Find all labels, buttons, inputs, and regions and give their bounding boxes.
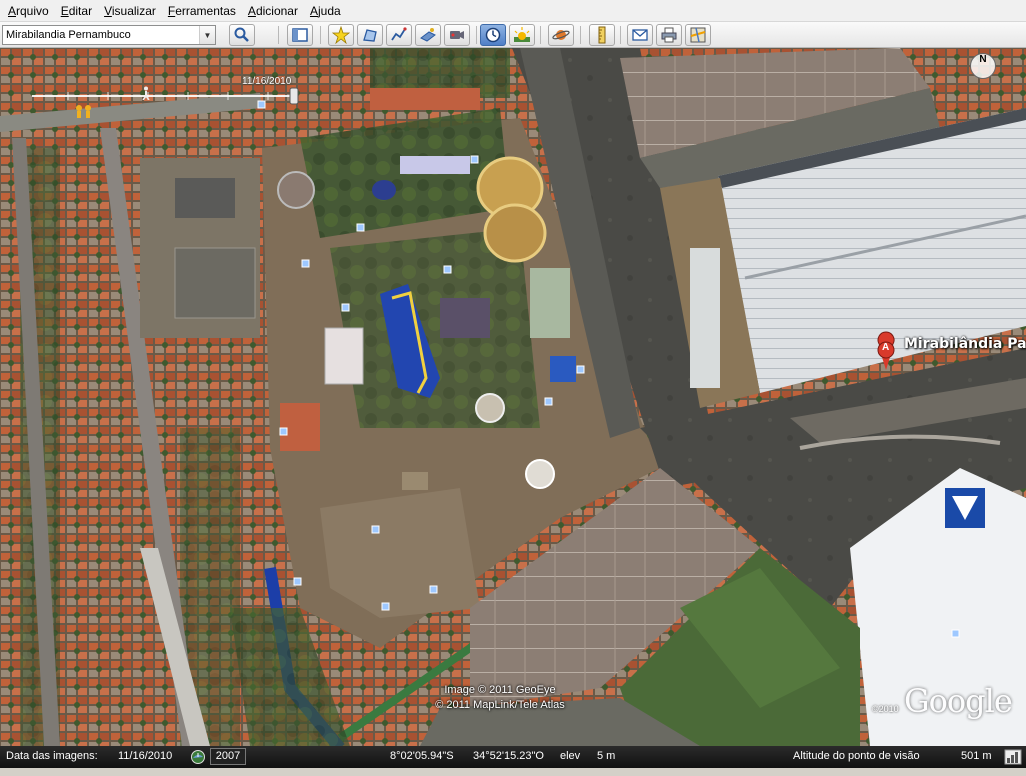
menu-ajuda[interactable]: Ajuda bbox=[304, 0, 347, 22]
placemark-label[interactable]: Mirabilândia Pa bbox=[904, 336, 1026, 352]
print-button[interactable] bbox=[656, 24, 682, 46]
add-path-button[interactable] bbox=[386, 24, 412, 46]
dropdown-arrow-icon: ▼ bbox=[203, 30, 212, 40]
compass-north-label: N bbox=[979, 54, 987, 65]
add-image-overlay-button[interactable] bbox=[415, 24, 441, 46]
copyright-year: ©2010 bbox=[872, 704, 899, 714]
streaming-progress-icon bbox=[1004, 749, 1022, 765]
toolbar-separator bbox=[540, 26, 541, 44]
map-view[interactable]: 11/16/2010 N A Mirabilândia Pa Image © 2… bbox=[0, 48, 1026, 746]
walking-person-icon bbox=[142, 86, 150, 100]
clock-icon bbox=[485, 27, 501, 43]
email-button[interactable] bbox=[627, 24, 653, 46]
add-placemark-button[interactable] bbox=[328, 24, 354, 46]
planets-button[interactable] bbox=[548, 24, 574, 46]
imagery-date-label: Data das imagens: bbox=[6, 750, 98, 762]
compass-north-control[interactable]: N bbox=[970, 53, 996, 79]
elevation-label: elev bbox=[560, 750, 581, 762]
menu-editar[interactable]: Editar bbox=[55, 0, 98, 22]
menu-ferramentas[interactable]: Ferramentas bbox=[162, 0, 242, 22]
historical-imagery-button[interactable] bbox=[480, 24, 506, 46]
toolbar-separator bbox=[580, 26, 581, 44]
map-icon bbox=[690, 27, 706, 43]
eye-altitude-label: Altitude do ponto de visão bbox=[793, 750, 920, 762]
sidebar-toggle-button[interactable] bbox=[287, 24, 313, 46]
imagery-date-value: 11/16/2010 bbox=[118, 750, 173, 762]
placemark-letter: A bbox=[882, 342, 890, 353]
street-view-pegman-icon[interactable] bbox=[74, 104, 94, 118]
time-slider-date: 11/16/2010 bbox=[242, 76, 292, 87]
toolbar-separator bbox=[476, 26, 477, 44]
search-input[interactable] bbox=[3, 26, 199, 44]
planet-icon bbox=[552, 30, 570, 40]
toolbar-separator bbox=[278, 26, 279, 44]
sun-icon bbox=[514, 27, 530, 42]
printer-icon bbox=[661, 27, 677, 43]
sidebar-icon bbox=[292, 28, 308, 42]
longitude-readout: 34°52'15.23"O bbox=[473, 750, 544, 762]
view-in-maps-button[interactable] bbox=[685, 24, 711, 46]
menu-arquivo[interactable]: Arquivo bbox=[2, 0, 55, 22]
search-button[interactable] bbox=[229, 24, 255, 46]
ruler-button[interactable] bbox=[589, 24, 615, 46]
magnifier-icon bbox=[234, 27, 249, 42]
sunlight-button[interactable] bbox=[509, 24, 535, 46]
ruler-icon bbox=[598, 26, 606, 44]
imagery-credit-geoeye: Image © 2011 GeoEye bbox=[444, 684, 556, 696]
menu-adicionar[interactable]: Adicionar bbox=[242, 0, 304, 22]
menu-bar: Arquivo Editar Visualizar Ferramentas Ad… bbox=[0, 0, 1026, 22]
toolbar-separator bbox=[320, 26, 321, 44]
window-bottom-border bbox=[0, 768, 1026, 776]
historical-clock-icon[interactable] bbox=[190, 749, 206, 765]
latitude-readout: 8°02'05.94"S bbox=[390, 750, 454, 762]
image-overlay-icon bbox=[420, 28, 436, 42]
record-tour-button[interactable] bbox=[444, 24, 470, 46]
menu-visualizar[interactable]: Visualizar bbox=[98, 0, 162, 22]
path-icon bbox=[391, 27, 407, 41]
elevation-value: 5 m bbox=[597, 750, 616, 762]
polygon-icon bbox=[363, 29, 377, 42]
eye-altitude-value: 501 m bbox=[961, 750, 992, 762]
imagery-credit-maplink: © 2011 MapLink/Tele Atlas bbox=[435, 699, 565, 711]
historical-imagery-time-slider[interactable] bbox=[28, 86, 300, 106]
envelope-icon bbox=[632, 29, 648, 41]
add-polygon-button[interactable] bbox=[357, 24, 383, 46]
toolbar: ▼ bbox=[0, 22, 1026, 48]
search-history-dropdown[interactable]: ▼ bbox=[199, 26, 215, 44]
historical-year-selector[interactable]: 2007 bbox=[210, 748, 246, 765]
satellite-imagery bbox=[0, 48, 1026, 746]
search-box: ▼ bbox=[2, 25, 216, 45]
status-bar: Data das imagens: 11/16/2010 2007 8°02'0… bbox=[0, 746, 1026, 768]
placemark-pin-icon bbox=[332, 26, 350, 44]
toolbar-separator bbox=[620, 26, 621, 44]
google-earth-window: Arquivo Editar Visualizar Ferramentas Ad… bbox=[0, 0, 1026, 776]
record-tour-icon bbox=[450, 31, 464, 39]
google-logo: Google bbox=[904, 682, 1013, 720]
